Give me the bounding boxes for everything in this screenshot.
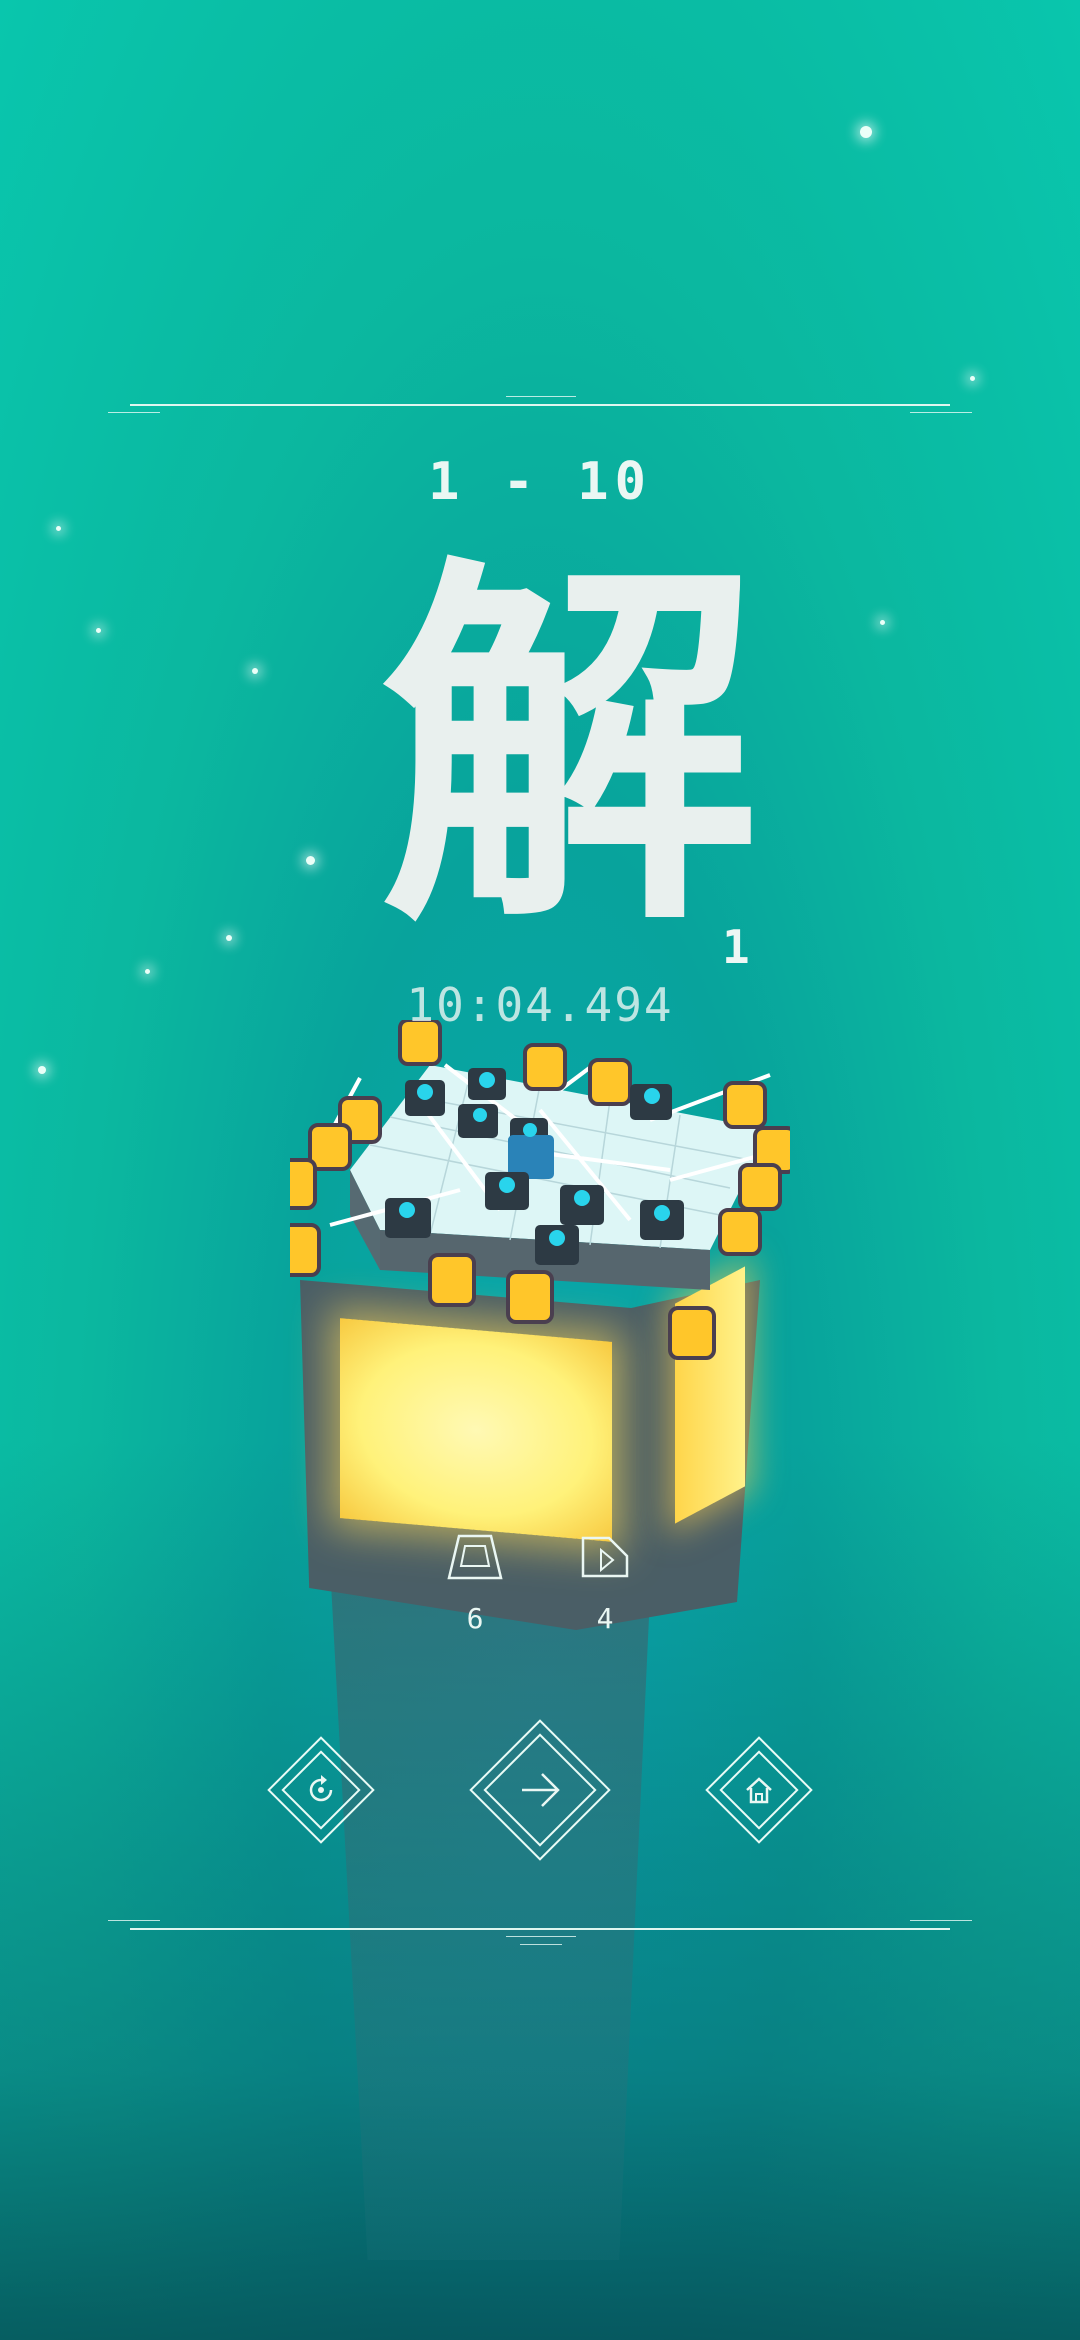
star — [306, 856, 315, 865]
trapezoid-icon — [447, 1534, 503, 1580]
shape-counter-cut-square: 4 — [565, 1532, 645, 1635]
cut-square-icon — [581, 1536, 629, 1578]
lamp-node — [290, 1223, 321, 1277]
lamp-node — [718, 1208, 762, 1256]
solved-count: 1 — [722, 920, 750, 974]
lamp-node — [723, 1081, 767, 1129]
lamp-node — [506, 1270, 554, 1324]
bottom-divider-accent — [910, 1920, 972, 1921]
solved-glyph: 解 — [380, 528, 760, 971]
lamp-node — [588, 1058, 632, 1106]
star — [860, 126, 872, 138]
lamp-node — [428, 1253, 476, 1307]
level-label: 1 - 10 — [428, 452, 652, 512]
star — [145, 969, 150, 974]
solve-time: 10:04.494 — [406, 978, 674, 1032]
lamp-node — [290, 1158, 317, 1210]
arrow-right-icon — [522, 1773, 560, 1807]
puzzle-board — [290, 1020, 790, 1360]
bottom-divider-notch — [520, 1944, 562, 1945]
retry-icon — [309, 1775, 333, 1802]
cut-square-count: 4 — [596, 1602, 614, 1635]
lamp-node — [308, 1123, 352, 1171]
top-divider — [130, 404, 950, 406]
star — [226, 935, 232, 941]
star — [880, 620, 885, 625]
shape-counter-trapezoid: 6 — [435, 1532, 515, 1635]
lamp-node — [523, 1043, 567, 1091]
home-icon — [746, 1777, 772, 1804]
star — [96, 628, 101, 633]
top-divider-accent — [910, 412, 972, 413]
lamp-node — [668, 1306, 716, 1360]
star — [970, 376, 975, 381]
lamp-node — [738, 1163, 782, 1211]
bottom-divider-notch — [506, 1936, 576, 1937]
star — [38, 1066, 46, 1074]
trapezoid-count: 6 — [466, 1602, 484, 1635]
bottom-divider-accent — [108, 1920, 160, 1921]
star — [252, 668, 258, 674]
top-divider-accent — [108, 412, 160, 413]
star — [56, 526, 61, 531]
top-divider-notch — [506, 396, 576, 397]
bottom-divider — [130, 1928, 950, 1930]
